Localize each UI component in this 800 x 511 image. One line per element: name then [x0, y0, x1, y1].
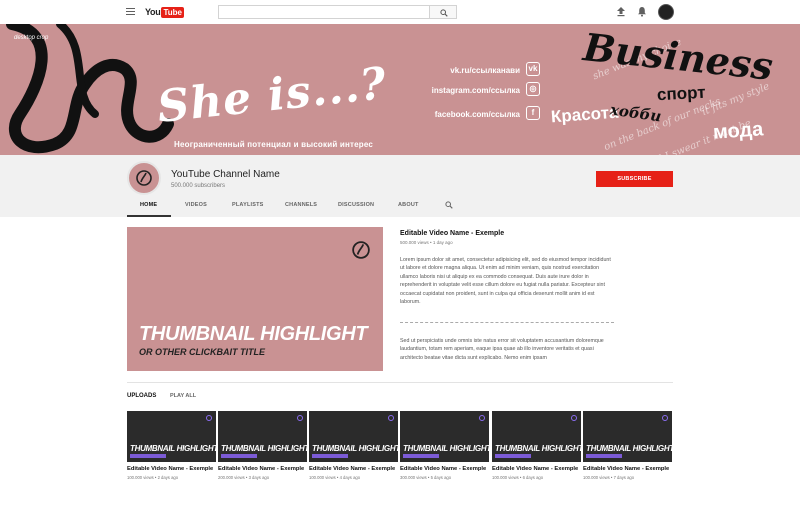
banner-moda: мода [712, 118, 764, 144]
video-meta: 200.000 views • 3 days ago [218, 475, 270, 480]
video-title[interactable]: Editable Video Name - Exemple [583, 466, 669, 472]
channel-header: YouTube Channel Name 500.000 subscribers… [0, 155, 800, 217]
channel-logo-icon [388, 415, 394, 421]
channel-name[interactable]: YouTube Channel Name [171, 169, 280, 180]
channel-logo-icon [479, 415, 485, 421]
thumb-subtitle-bar [221, 454, 257, 458]
video-thumbnail[interactable]: THUMBNAIL HIGHLIGHT [127, 411, 216, 462]
channel-logo-icon [571, 415, 577, 421]
thumb-subtitle-bar [586, 454, 622, 458]
thumb-subtitle-bar [312, 454, 348, 458]
tab-about[interactable]: ABOUT [398, 202, 419, 208]
video-thumb-title: THUMBNAIL HIGHLIGHT [586, 444, 672, 453]
video-meta: 100.000 views • 6 days ago [492, 475, 544, 480]
channel-avatar[interactable] [127, 161, 161, 195]
featured-thumb-title: THUMBNAIL HIGHLIGHT [139, 323, 368, 345]
video-card[interactable]: THUMBNAIL HIGHLIGHT Editable Video Name -… [127, 411, 216, 481]
featured-video-meta: 500.000 views • 1 day ago [400, 240, 453, 245]
video-title[interactable]: Editable Video Name - Exemple [492, 466, 578, 472]
banner-business: Business [581, 24, 776, 89]
channel-logo-icon [352, 241, 370, 259]
logo-you-text: You [145, 7, 161, 17]
social-facebook-text[interactable]: facebook.com/ссылка [420, 110, 520, 119]
tab-home[interactable]: HOME [140, 202, 157, 208]
channel-logo-icon [662, 415, 668, 421]
channel-logo-icon [136, 170, 152, 186]
instagram-icon[interactable]: ◎ [526, 82, 540, 96]
video-title[interactable]: Editable Video Name - Exemple [400, 466, 486, 472]
tab-channels[interactable]: CHANNELS [285, 202, 317, 208]
search-icon [440, 9, 448, 17]
menu-icon[interactable] [126, 8, 135, 15]
upload-icon[interactable] [616, 6, 626, 17]
video-thumb-title: THUMBNAIL HIGHLIGHT [312, 444, 398, 453]
thumb-subtitle-bar [403, 454, 439, 458]
desktop-crop-label: desktop crop [14, 35, 49, 41]
search-input[interactable] [218, 5, 430, 19]
subscribe-button[interactable]: SUBSCRIBE [596, 171, 673, 187]
video-meta: 100.000 views • 4 days ago [309, 475, 361, 480]
video-card[interactable]: THUMBNAIL HIGHLIGHT Editable Video Name -… [218, 411, 307, 481]
social-instagram-text[interactable]: instagram.com/ссылка [420, 86, 520, 95]
video-card[interactable]: THUMBNAIL HIGHLIGHT Editable Video Name -… [492, 411, 581, 481]
video-thumb-title: THUMBNAIL HIGHLIGHT [403, 444, 489, 453]
top-bar: You Tube [0, 0, 800, 24]
youtube-logo[interactable]: You Tube [145, 6, 184, 18]
channel-search-icon[interactable] [445, 201, 453, 209]
featured-thumbnail[interactable]: THUMBNAIL HIGHLIGHT OR OTHER CLICKBAIT T… [127, 227, 383, 371]
video-meta: 100.000 views • 7 days ago [583, 475, 635, 480]
play-all-button[interactable]: PLAY ALL [170, 393, 196, 399]
subscriber-count: 500.000 subscribers [171, 183, 226, 189]
featured-video-description: Lorem ipsum dolor sit amet, consectetur … [400, 257, 611, 306]
video-thumb-title: THUMBNAIL HIGHLIGHT [221, 444, 307, 453]
video-title[interactable]: Editable Video Name - Exemple [218, 466, 304, 472]
vk-icon[interactable]: vk [526, 62, 540, 76]
video-title[interactable]: Editable Video Name - Exemple [309, 466, 395, 472]
video-meta: 100.000 views • 2 days ago [127, 475, 179, 480]
uploads-heading[interactable]: UPLOADS [127, 393, 156, 399]
banner-tagline: Неограниченный потенциал и высокий интер… [174, 140, 374, 149]
active-tab-indicator [127, 215, 171, 217]
thumb-subtitle-bar [130, 454, 166, 458]
logo-tube-text: Tube [161, 6, 184, 18]
search-button[interactable] [430, 5, 457, 19]
channel-logo-icon [206, 415, 212, 421]
video-thumbnail[interactable]: THUMBNAIL HIGHLIGHT [218, 411, 307, 462]
featured-thumb-subtitle: OR OTHER CLICKBAIT TITLE [139, 347, 265, 357]
description-divider [400, 322, 614, 323]
channel-logo-icon [297, 415, 303, 421]
video-card[interactable]: THUMBNAIL HIGHLIGHT Editable Video Name -… [309, 411, 398, 481]
facebook-icon[interactable]: f [526, 106, 540, 120]
account-avatar[interactable] [658, 4, 674, 20]
social-vk-text[interactable]: vk.ru/ссылканави [420, 66, 520, 75]
video-thumb-title: THUMBNAIL HIGHLIGHT [130, 444, 216, 453]
video-card[interactable]: THUMBNAIL HIGHLIGHT Editable Video Name -… [400, 411, 489, 481]
video-thumbnail[interactable]: THUMBNAIL HIGHLIGHT [492, 411, 581, 462]
tab-playlists[interactable]: PLAYLISTS [232, 202, 264, 208]
video-meta: 300.000 views • 5 days ago [400, 475, 452, 480]
channel-banner: desktop crop She is...? Неограниченный п… [0, 24, 800, 155]
tab-videos[interactable]: VIDEOS [185, 202, 207, 208]
video-thumb-title: THUMBNAIL HIGHLIGHT [495, 444, 581, 453]
tab-discussion[interactable]: DISCUSSION [338, 202, 374, 208]
featured-video-description-more: Sed ut perspiciatis unde omnis iste natu… [400, 338, 604, 361]
featured-video-title[interactable]: Editable Video Name - Exemple [400, 230, 504, 237]
video-title[interactable]: Editable Video Name - Exemple [127, 466, 213, 472]
banner-sport: спорт [656, 82, 707, 105]
video-card[interactable]: THUMBNAIL HIGHLIGHT Editable Video Name -… [583, 411, 672, 481]
bell-icon[interactable] [637, 6, 647, 17]
section-divider [127, 382, 673, 383]
thumb-subtitle-bar [495, 454, 531, 458]
video-thumbnail[interactable]: THUMBNAIL HIGHLIGHT [309, 411, 398, 462]
video-thumbnail[interactable]: THUMBNAIL HIGHLIGHT [583, 411, 672, 462]
video-thumbnail[interactable]: THUMBNAIL HIGHLIGHT [400, 411, 489, 462]
